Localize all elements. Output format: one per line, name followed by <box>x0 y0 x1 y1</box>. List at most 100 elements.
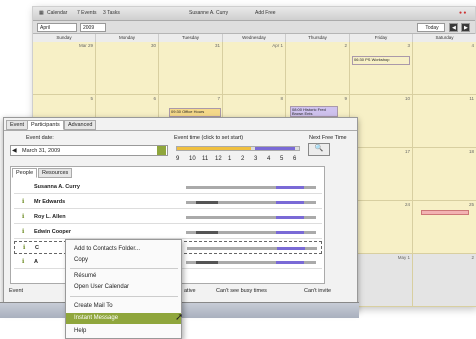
day-header: Saturday <box>413 34 476 42</box>
year-select[interactable]: 2009 <box>80 23 106 32</box>
day-number: Mar 29 <box>78 43 93 48</box>
participant-name: C <box>35 245 39 251</box>
info-icon[interactable]: ℹ <box>22 228 24 235</box>
tab-advanced[interactable]: Advanced <box>64 120 97 130</box>
day-cell[interactable]: 2 <box>413 254 476 307</box>
event-ps-workshop[interactable]: 06:30 PS Workshop <box>352 56 410 65</box>
participant-row[interactable]: ℹ Mr Edwards <box>14 196 322 209</box>
day-number: 31 <box>214 43 220 48</box>
event-date-label: Event date: <box>26 135 54 141</box>
prev-month-button[interactable]: ◀ <box>449 23 458 32</box>
busy-segment <box>196 261 218 264</box>
day-number: 6 <box>153 96 156 101</box>
day-cell[interactable]: 17 <box>350 148 413 201</box>
day-number: 30 <box>150 43 156 48</box>
day-number: May 1 <box>397 255 410 260</box>
day-number: 7 <box>217 96 220 101</box>
menu-resume[interactable]: Résumé <box>66 271 181 282</box>
next-free-label: Next Free Time <box>309 135 347 141</box>
busy-segment <box>276 231 304 234</box>
window-controls-icon[interactable]: ● ● <box>459 10 466 16</box>
event-date-value: March 31, 2009 <box>22 148 61 154</box>
info-icon[interactable]: ℹ <box>22 258 24 265</box>
tab-people[interactable]: People <box>12 168 38 178</box>
day-cell[interactable]: 10 <box>350 95 413 148</box>
day-number: 24 <box>404 202 410 207</box>
menu-instant-message[interactable]: Instant Message <box>66 313 181 324</box>
day-cell[interactable]: 11 <box>413 95 476 148</box>
time-band-selection <box>177 147 251 150</box>
event-time-label: Event time (click to set start) <box>174 135 244 141</box>
info-icon[interactable]: ℹ <box>22 213 24 220</box>
hour-label: 11 <box>202 156 209 162</box>
hour-label: 9 <box>176 156 180 162</box>
event-date-field[interactable]: ◀ March 31, 2009 <box>10 145 168 156</box>
title-add-free[interactable]: Add Free <box>255 10 276 16</box>
busy-segment <box>276 201 304 204</box>
month-select[interactable]: April <box>37 23 77 32</box>
day-number: 4 <box>471 43 474 48</box>
participant-name: A <box>34 259 38 265</box>
time-band[interactable] <box>176 146 300 151</box>
day-cell[interactable]: 18 <box>413 148 476 201</box>
next-free-button[interactable]: 🔍 <box>308 143 330 156</box>
next-month-button[interactable]: ▶ <box>461 23 470 32</box>
day-number: 25 <box>468 202 474 207</box>
busy-segment <box>196 231 218 234</box>
day-cell[interactable]: 30 <box>96 42 159 95</box>
mouse-cursor-icon: ➚ <box>175 312 184 323</box>
busy-segment <box>196 201 218 204</box>
tab-divider <box>4 130 357 131</box>
date-prev-icon[interactable]: ◀ <box>12 147 17 154</box>
info-icon[interactable]: ℹ <box>22 198 24 205</box>
event-bar[interactable] <box>421 210 469 215</box>
participant-name: Roy L. Allen <box>34 214 66 220</box>
participant-row[interactable]: ℹ Roy L. Allen <box>14 211 322 224</box>
menu-copy[interactable]: Copy <box>66 255 181 266</box>
participant-row[interactable]: Susanna A. Curry <box>14 181 322 194</box>
day-cell[interactable]: Apr 1 <box>223 42 286 95</box>
day-number: 5 <box>90 96 93 101</box>
day-cell[interactable]: 31 <box>159 42 223 95</box>
day-cell[interactable]: 4 <box>413 42 476 95</box>
calendar-picker-icon[interactable] <box>157 146 166 155</box>
day-cell[interactable]: 24 <box>350 201 413 254</box>
availability-bar <box>186 231 316 234</box>
day-number: 10 <box>404 96 410 101</box>
busy-segment <box>277 247 305 250</box>
title-user[interactable]: Susanne A. Curry <box>189 10 228 16</box>
info-icon[interactable]: ℹ <box>23 244 25 251</box>
day-number: 17 <box>404 149 410 154</box>
menu-open-user-calendar[interactable]: Open User Calendar <box>66 282 181 293</box>
legend-cant-invite: Can't invite <box>304 288 332 294</box>
day-cell[interactable]: 25 <box>413 201 476 254</box>
busy-segment <box>276 186 304 189</box>
day-cell[interactable]: 2 <box>286 42 350 95</box>
tab-resources[interactable]: Resources <box>38 168 73 178</box>
event-historic[interactable]: 08:00 Historic Fred Brown Ents <box>290 106 338 117</box>
participant-row[interactable]: ℹ Edwin Cooper <box>14 226 322 239</box>
hour-label: 2 <box>241 156 245 162</box>
tab-participants[interactable]: Participants <box>27 120 64 130</box>
day-cell[interactable]: Mar 29 <box>33 42 96 95</box>
day-number: 18 <box>468 149 474 154</box>
hour-label: 1 <box>228 156 232 162</box>
menu-create-mail[interactable]: Create Mail To <box>66 301 181 312</box>
participant-name: Mr Edwards <box>34 199 66 205</box>
day-number: 8 <box>280 96 283 101</box>
today-button[interactable]: Today <box>417 23 445 32</box>
day-header: Tuesday <box>159 34 223 42</box>
tab-event[interactable]: Event <box>6 120 29 130</box>
event-office-hours[interactable]: 09:30 Office Hours <box>169 108 221 117</box>
day-number: Apr 1 <box>272 43 283 48</box>
day-cell[interactable]: May 1 <box>350 254 413 307</box>
menu-add-to-contacts[interactable]: Add to Contacts Folder... <box>66 244 181 255</box>
busy-segment <box>276 216 304 219</box>
day-header: Sunday <box>33 34 96 42</box>
menu-separator <box>70 268 178 269</box>
day-header: Monday <box>96 34 159 42</box>
day-header: Wednesday <box>223 34 286 42</box>
day-number: 9 <box>344 96 347 101</box>
menu-help[interactable]: Help <box>66 326 181 337</box>
day-cell[interactable]: 3 <box>350 42 413 95</box>
